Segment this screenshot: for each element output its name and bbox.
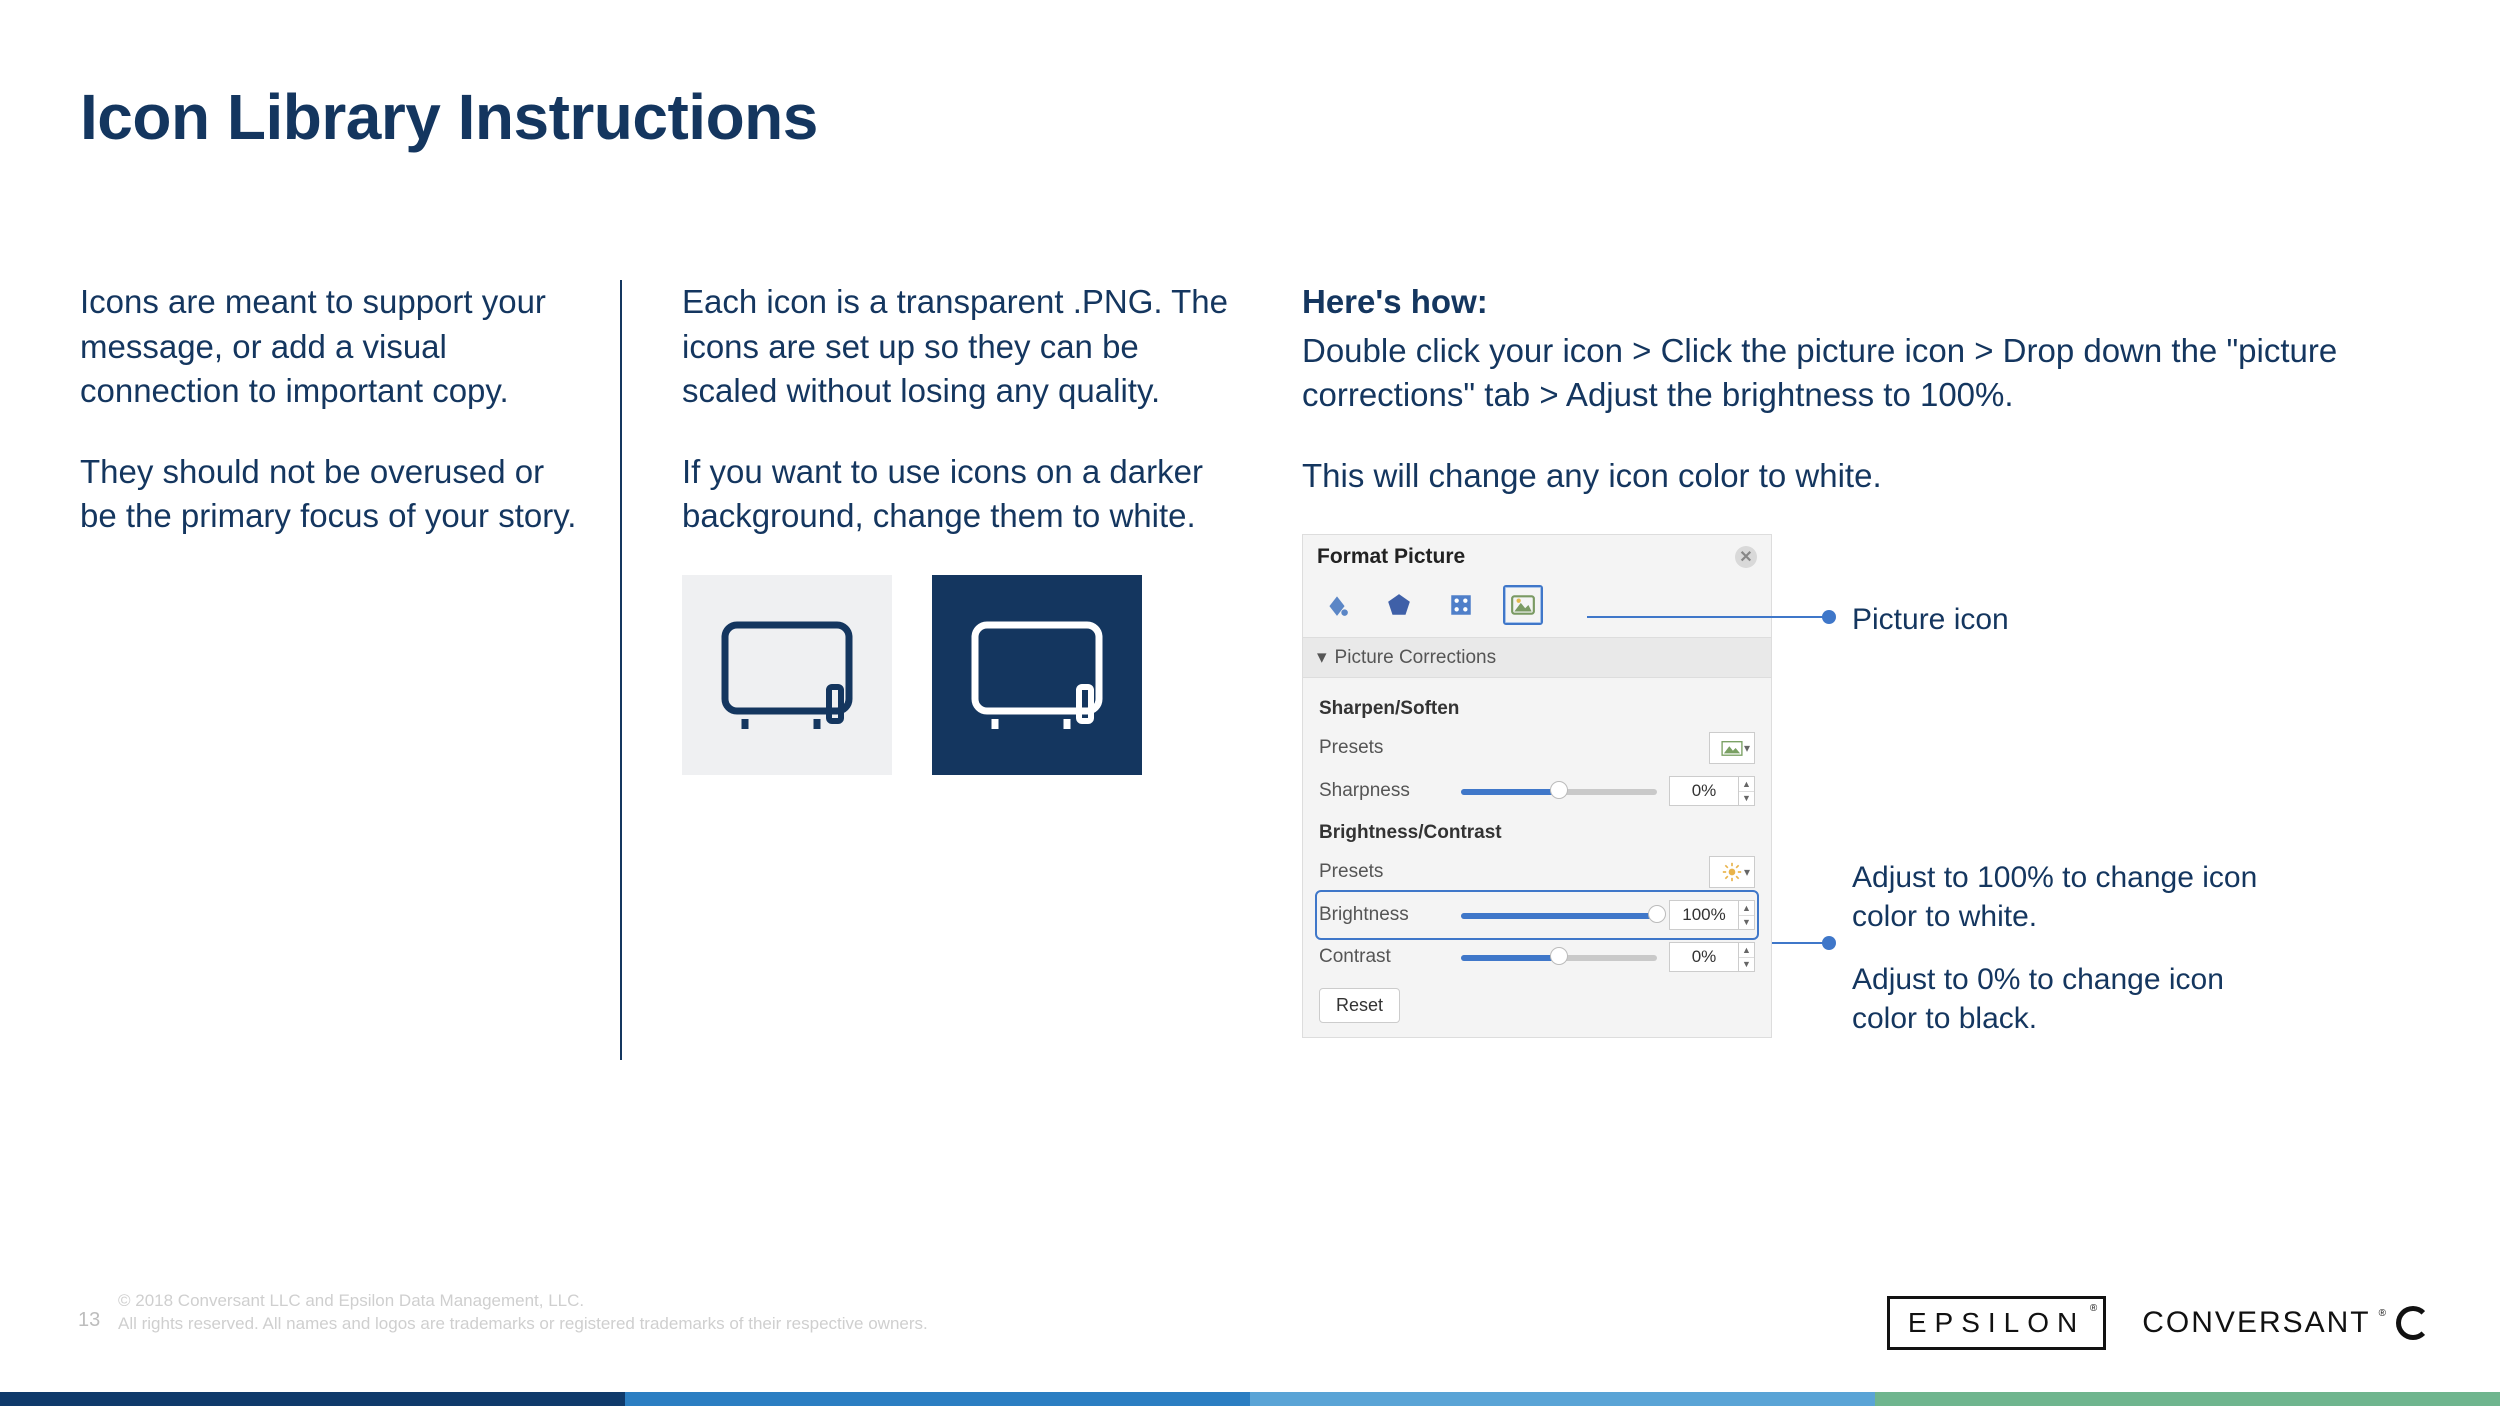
conversant-logo: CONVERSANT® [2142,1306,2430,1340]
callout-adjust-100: Adjust to 100% to change icon color to w… [1852,858,2272,936]
sharpness-stepper[interactable]: ▲▼ [1739,776,1755,806]
callout-dot-2 [1822,936,1836,950]
col1-para-2: They should not be overused or be the pr… [80,450,580,539]
column-1: Icons are meant to support your message,… [80,280,620,1060]
conversant-ring-icon [2396,1306,2430,1340]
reset-button[interactable]: Reset [1319,988,1400,1023]
logos: EPSILON® CONVERSANT® [1887,1296,2430,1350]
tv-icon [717,615,857,735]
icon-example-tiles [682,575,1242,775]
chevron-down-icon: ▾ [1317,646,1327,669]
size-tab-icon[interactable] [1441,585,1481,625]
brightness-slider[interactable] [1461,910,1657,920]
contrast-row: Contrast 0% ▲▼ [1319,936,1755,978]
contrast-slider[interactable] [1461,952,1657,962]
presets-label-2: Presets [1319,861,1449,883]
brightness-label: Brightness [1319,904,1449,926]
icon-tile-light [682,575,892,775]
page-title: Icon Library Instructions [80,80,818,154]
contrast-label: Contrast [1319,946,1449,968]
footer-line-2: All rights reserved. All names and logos… [118,1313,928,1336]
slide: Icon Library Instructions Icons are mean… [0,0,2500,1406]
panel-section-toggle[interactable]: ▾ Picture Corrections [1303,637,1771,678]
presets-icon [1721,739,1743,757]
effects-tab-icon[interactable] [1379,585,1419,625]
col2-para-2: If you want to use icons on a darker bac… [682,450,1242,539]
heres-how-label: Here's how: [1302,283,1488,320]
bottom-accent-bar [0,1392,2500,1406]
presets-label-1: Presets [1319,737,1449,759]
conversant-logo-text: CONVERSANT [2142,1306,2370,1340]
callout-dot-1 [1822,610,1836,624]
col3-para-1: Double click your icon > Click the pictu… [1302,329,2402,418]
format-picture-panel-wrap: Format Picture ✕ [1302,534,2402,1038]
callout-adjust-0: Adjust to 0% to change icon color to bla… [1852,960,2272,1038]
panel-body: Sharpen/Soften Presets Sharpness [1303,678,1771,1037]
brightness-presets-button[interactable] [1709,856,1755,888]
picture-tab-icon[interactable] [1503,585,1543,625]
callout-line-2 [1772,942,1827,944]
sharpness-label: Sharpness [1319,780,1449,802]
col3-para-2: This will change any icon color to white… [1302,454,2402,499]
panel-section-label: Picture Corrections [1335,647,1497,669]
panel-tabs [1303,577,1771,637]
sharpen-presets-button[interactable] [1709,732,1755,764]
sharpen-soften-head: Sharpen/Soften [1319,698,1755,720]
contrast-stepper[interactable]: ▲▼ [1739,942,1755,972]
brightness-row: Brightness 100% ▲▼ [1319,894,1755,936]
epsilon-logo-text: EPSILON [1908,1307,2085,1338]
col1-para-1: Icons are meant to support your message,… [80,280,580,414]
sharpness-slider[interactable] [1461,786,1657,796]
sharpness-row: Sharpness 0% ▲▼ [1319,770,1755,812]
callout-picture-icon: Picture icon [1852,600,2009,639]
content-columns: Icons are meant to support your message,… [80,280,2420,1060]
vertical-divider [620,280,622,1060]
contrast-value[interactable]: 0% [1669,942,1739,972]
fill-tab-icon[interactable] [1317,585,1357,625]
sun-icon [1722,862,1742,882]
icon-tile-dark [932,575,1142,775]
presets-row-2: Presets [1319,850,1755,894]
column-2: Each icon is a transparent .PNG. The ico… [682,280,1302,1060]
column-3: Here's how: Double click your icon > Cli… [1302,280,2402,1060]
format-picture-panel: Format Picture ✕ [1302,534,1772,1038]
close-icon[interactable]: ✕ [1735,546,1757,568]
sharpness-value[interactable]: 0% [1669,776,1739,806]
footer: © 2018 Conversant LLC and Epsilon Data M… [80,1290,928,1336]
col2-para-1: Each icon is a transparent .PNG. The ico… [682,280,1242,414]
brightness-contrast-head: Brightness/Contrast [1319,822,1755,844]
callout-line-1 [1587,616,1827,618]
brightness-value[interactable]: 100% [1669,900,1739,930]
epsilon-logo: EPSILON® [1887,1296,2106,1350]
tv-icon [967,615,1107,735]
panel-header: Format Picture ✕ [1303,535,1771,577]
footer-line-1: © 2018 Conversant LLC and Epsilon Data M… [118,1290,928,1313]
brightness-stepper[interactable]: ▲▼ [1739,900,1755,930]
panel-title: Format Picture [1317,545,1465,569]
presets-row-1: Presets [1319,726,1755,770]
